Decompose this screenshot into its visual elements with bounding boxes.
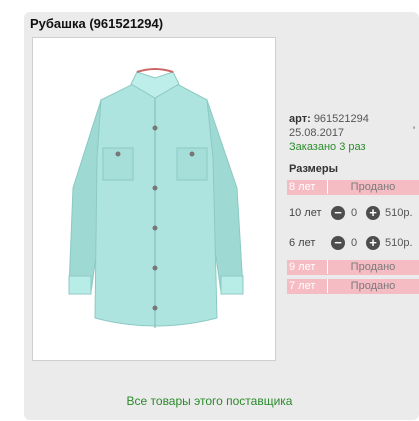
product-info: арт: 961521294 25.08.2017 Заказано 3 раз [289,112,369,154]
size-label: 8 лет [289,181,316,193]
ordered-count: Заказано 3 раз [289,141,366,153]
minus-button[interactable]: − [331,236,345,250]
shirt-image [68,68,244,328]
art-value: 961521294 [313,113,369,125]
supplier-products-link[interactable]: Все товары этого поставщика [0,394,419,408]
size-label: 6 лет [289,237,316,249]
product-title: Рубашка (961521294) [30,16,164,31]
plus-button[interactable]: + [366,206,380,220]
size-row-sold: 8 лет Продано [287,180,419,195]
size-row-sold: 9 лет Продано [287,260,419,275]
size-label: 9 лет [289,261,316,273]
price: 510р. [385,207,413,219]
sold-status: Продано [327,279,418,293]
art-label: арт: [289,113,311,125]
size-label: 10 лет [289,207,322,219]
price: 510р. [385,237,413,249]
quantity-value: 0 [351,207,358,219]
product-photo[interactable] [32,37,276,361]
size-row-available: 10 лет − 0 + 510р. [287,206,419,221]
sold-status: Продано [327,180,418,194]
sizes-heading: Размеры [289,163,339,175]
size-row-available: 6 лет − 0 + 510р. [287,236,419,251]
tick-mark: ' [413,125,416,137]
sold-status: Продано [327,260,418,274]
quantity-value: 0 [351,237,358,249]
size-label: 7 лет [289,280,316,292]
product-date: 25.08.2017 [289,127,345,139]
size-row-sold: 7 лет Продано [287,279,419,294]
plus-button[interactable]: + [366,236,380,250]
minus-button[interactable]: − [331,206,345,220]
